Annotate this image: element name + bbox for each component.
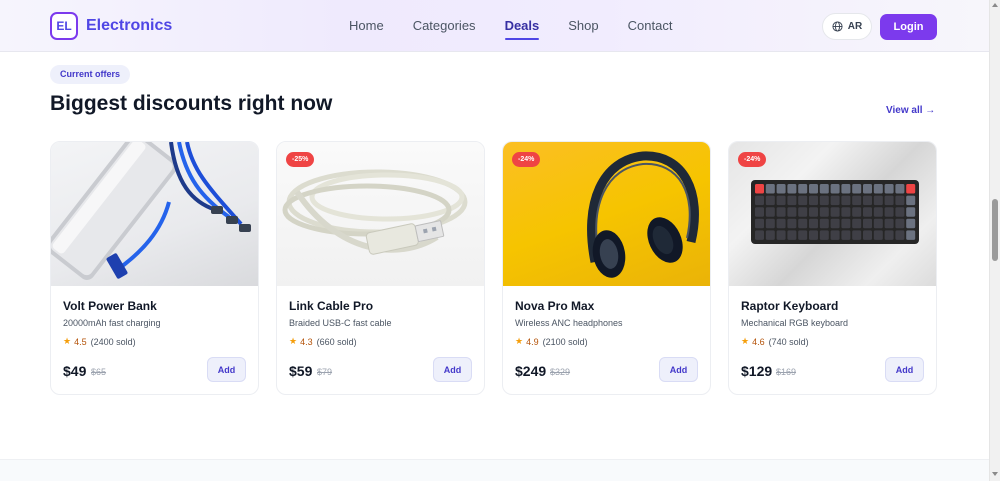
product-rating: ★ 4.3 (660 sold) xyxy=(289,336,357,347)
product-card[interactable]: -24% Nova Pro Max Wireless ANC headphone… xyxy=(502,141,711,395)
product-image: -24% xyxy=(729,142,936,286)
language-toggle[interactable]: AR xyxy=(822,13,872,40)
site-header: EL Electronics Home Categories Deals Sho… xyxy=(0,0,989,52)
product-description: Mechanical RGB keyboard xyxy=(741,318,849,328)
discount-badge: -25% xyxy=(286,152,315,167)
nav-categories[interactable]: Categories xyxy=(413,0,476,52)
product-price: $49 xyxy=(63,363,87,379)
scroll-down-icon[interactable] xyxy=(992,472,998,476)
rating-value: 4.9 xyxy=(526,336,539,347)
product-image xyxy=(51,142,258,286)
section-title: Biggest discounts right now xyxy=(50,92,333,115)
language-label: AR xyxy=(847,21,863,32)
product-name: Volt Power Bank xyxy=(63,299,157,313)
star-icon: ★ xyxy=(741,336,750,346)
nav-shop[interactable]: Shop xyxy=(568,0,598,52)
star-icon: ★ xyxy=(289,336,298,346)
footer-strip xyxy=(0,459,989,481)
old-price: $329 xyxy=(550,367,571,377)
old-price: $65 xyxy=(91,367,107,377)
add-to-cart-button[interactable]: Add xyxy=(885,357,924,382)
rating-value: 4.3 xyxy=(300,336,313,347)
add-to-cart-button[interactable]: Add xyxy=(207,357,246,382)
nav-home[interactable]: Home xyxy=(349,0,384,52)
product-name: Link Cable Pro xyxy=(289,299,374,313)
product-rating: ★ 4.6 (740 sold) xyxy=(741,336,809,347)
product-card[interactable]: Volt Power Bank 20000mAh fast charging ★… xyxy=(50,141,259,395)
product-card[interactable]: -24% Raptor Keyboard Mechanical RGB keyb… xyxy=(728,141,937,395)
brand-name: Electronics xyxy=(86,17,173,34)
sold-count: (2400 sold) xyxy=(90,336,136,347)
page-scrollbar[interactable] xyxy=(989,0,1000,481)
section-pill: Current offers xyxy=(50,65,131,84)
logo-mark: EL xyxy=(50,12,78,40)
product-rating: ★ 4.5 (2400 sold) xyxy=(63,336,136,347)
star-icon: ★ xyxy=(63,336,72,346)
logo[interactable]: EL Electronics xyxy=(50,12,172,40)
scrollbar-thumb[interactable] xyxy=(992,199,998,261)
add-to-cart-button[interactable]: Add xyxy=(659,357,698,382)
old-price: $79 xyxy=(317,367,333,377)
sold-count: (740 sold) xyxy=(768,336,809,347)
product-description: Wireless ANC headphones xyxy=(515,318,623,328)
sold-count: (2100 sold) xyxy=(542,336,588,347)
page: EL Electronics Home Categories Deals Sho… xyxy=(0,0,989,481)
login-button[interactable]: Login xyxy=(880,14,937,40)
product-price: $59 xyxy=(289,363,313,379)
product-name: Raptor Keyboard xyxy=(741,299,839,313)
product-price: $129 xyxy=(741,363,773,379)
nav-deals[interactable]: Deals xyxy=(504,0,539,52)
product-card[interactable]: -25% Link Cable Pro Braided USB-C fast c… xyxy=(276,141,485,395)
discount-badge: -24% xyxy=(738,152,767,167)
view-all-link[interactable]: View all → xyxy=(886,105,935,116)
product-description: 20000mAh fast charging xyxy=(63,318,161,328)
nav-contact[interactable]: Contact xyxy=(628,0,673,52)
discount-badge: -24% xyxy=(512,152,541,167)
scroll-up-icon[interactable] xyxy=(992,3,998,7)
main-nav: Home Categories Deals Shop Contact xyxy=(349,0,701,52)
globe-icon xyxy=(832,21,843,32)
product-image: -25% xyxy=(277,142,484,286)
old-price: $169 xyxy=(776,367,797,377)
rating-value: 4.6 xyxy=(752,336,765,347)
add-to-cart-button[interactable]: Add xyxy=(433,357,472,382)
sold-count: (660 sold) xyxy=(316,336,357,347)
star-icon: ★ xyxy=(515,336,524,346)
rating-value: 4.5 xyxy=(74,336,87,347)
product-name: Nova Pro Max xyxy=(515,299,595,313)
product-image: -24% xyxy=(503,142,710,286)
product-price: $249 xyxy=(515,363,547,379)
product-rating: ★ 4.9 (2100 sold) xyxy=(515,336,588,347)
product-description: Braided USB-C fast cable xyxy=(289,318,392,328)
